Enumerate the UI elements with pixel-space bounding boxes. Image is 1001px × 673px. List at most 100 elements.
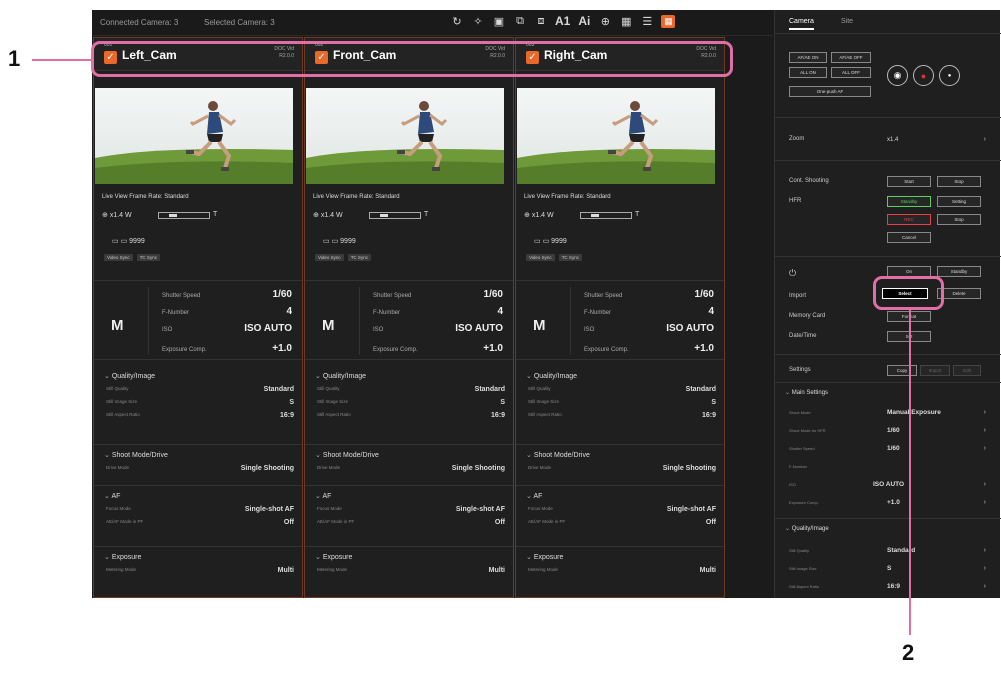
setting-value[interactable]: Off [706,519,716,526]
section-header[interactable]: Exposure [94,553,302,561]
fnumber-value[interactable]: 4 [497,306,503,317]
main-settings-header[interactable]: Main Settings [785,389,828,396]
setting-value[interactable]: 1/60 [887,427,900,434]
setting-value[interactable]: S [711,399,716,406]
setting-value[interactable]: Standard [475,386,505,393]
tab-site[interactable]: Site [841,18,853,25]
exposure-comp-value[interactable]: +1.0 [272,343,292,354]
setting-value[interactable]: 1/60 [887,445,900,452]
cont-start-button[interactable]: Start [887,176,931,187]
setting-value[interactable]: ISO AUTO [873,481,904,488]
setting-value[interactable]: Standard [264,386,294,393]
setting-value[interactable]: Multi [700,567,716,574]
quality-header[interactable]: Quality/Image [785,525,829,532]
exposure-comp-value[interactable]: +1.0 [694,343,714,354]
section-header[interactable]: Exposure [516,553,724,561]
iso-value[interactable]: ISO AUTO [244,323,292,334]
setting-value[interactable]: Single Shooting [452,465,505,472]
zoom-icon[interactable]: ⊕ [598,15,612,28]
power-standby-button[interactable]: Standby [937,266,981,277]
setting-value[interactable]: 16:9 [491,412,505,419]
list-icon[interactable]: ☰ [640,15,654,28]
setting-value[interactable]: Single-shot AF [245,506,294,513]
section-header[interactable]: Exposure [305,553,513,561]
setting-value[interactable]: Multi [489,567,505,574]
section-header[interactable]: Shoot Mode/Drive [305,451,513,459]
highlight-icon[interactable]: ▦ [661,14,676,28]
section-header[interactable]: AF [94,492,302,500]
iso-value[interactable]: ISO AUTO [455,323,503,334]
grid-icon[interactable]: ▦ [619,15,633,28]
setting-value[interactable]: 16:9 [887,583,900,590]
refresh-icon[interactable]: ↻ [450,15,464,28]
setting-value[interactable]: 16:9 [702,412,716,419]
setting-value[interactable]: 16:9 [280,412,294,419]
copy-icon[interactable]: ⧉ [513,15,527,28]
setting-value[interactable]: S [500,399,505,406]
one-push-af-button[interactable]: One-push AF [789,86,871,97]
setting-value[interactable]: Off [495,519,505,526]
shutter-value[interactable]: 1/60 [484,289,503,300]
chevron-right-icon[interactable]: › [984,583,986,590]
live-view-image[interactable] [306,88,504,184]
fnumber-value[interactable]: 4 [708,306,714,317]
section-header[interactable]: AF [516,492,724,500]
liveview-icon[interactable]: ▣ [492,15,506,28]
section-header[interactable]: Shoot Mode/Drive [94,451,302,459]
layout-icon[interactable]: ⧈ [534,15,548,28]
af-icon[interactable]: A1 [555,14,570,28]
setting-value[interactable]: +1.0 [887,499,900,506]
setting-value[interactable]: Standard [686,386,716,393]
fnumber-value[interactable]: 4 [286,306,292,317]
settings-import-button[interactable]: Import [920,365,950,376]
setting-value[interactable]: S [887,565,891,572]
all-off-button[interactable]: ALL OFF [831,67,871,78]
dot-button[interactable]: ● [939,65,960,86]
afae-off-button[interactable]: AF/AE OFF [831,52,871,63]
section-header[interactable]: Quality/Image [516,372,724,380]
chevron-right-icon[interactable]: › [984,481,986,488]
cont-stop-button[interactable]: Stop [937,176,981,187]
chevron-right-icon[interactable]: › [984,499,986,506]
capture-button[interactable]: ◉ [887,65,908,86]
setting-value[interactable]: S [289,399,294,406]
tab-camera[interactable]: Camera [789,18,814,30]
section-header[interactable]: Shoot Mode/Drive [516,451,724,459]
exposure-comp-value[interactable]: +1.0 [483,343,503,354]
settings-edit-button[interactable]: Edit [953,365,981,376]
section-header[interactable]: Quality/Image [305,372,513,380]
afae-on-button[interactable]: AF/AE ON [789,52,827,63]
record-button[interactable]: ● [913,65,934,86]
focus-icon[interactable]: ✧ [471,15,485,28]
hfr-standby-button[interactable]: Standby [887,196,931,207]
live-view-image[interactable] [517,88,715,184]
all-on-button[interactable]: ALL ON [789,67,827,78]
chevron-right-icon[interactable]: › [984,565,986,572]
setting-value[interactable]: Manual Exposure [887,409,941,416]
settings-copy-button[interactable]: Copy [887,365,917,376]
chevron-right-icon[interactable]: › [984,136,986,143]
chevron-right-icon[interactable]: › [984,427,986,434]
zoom-icon: ⊕ [102,212,108,219]
hfr-rec-button[interactable]: REC [887,214,931,225]
setting-value[interactable]: Single-shot AF [667,506,716,513]
shutter-value[interactable]: 1/60 [695,289,714,300]
hfr-stop-button[interactable]: Stop [937,214,981,225]
setting-value[interactable]: Single Shooting [663,465,716,472]
setting-value[interactable]: Multi [278,567,294,574]
ai-icon[interactable]: Ai [577,14,591,28]
shutter-value[interactable]: 1/60 [273,289,292,300]
setting-value[interactable]: Off [284,519,294,526]
live-view-image[interactable] [95,88,293,184]
setting-value[interactable]: Single-shot AF [456,506,505,513]
chevron-right-icon[interactable]: › [984,547,986,554]
section-header[interactable]: Quality/Image [94,372,302,380]
iso-value[interactable]: ISO AUTO [666,323,714,334]
section-header[interactable]: AF [305,492,513,500]
setting-key: Drive Mode [317,465,341,470]
hfr-cancel-button[interactable]: Cancel [887,232,931,243]
hfr-setting-button[interactable]: Setting [937,196,981,207]
chevron-right-icon[interactable]: › [984,409,986,416]
setting-value[interactable]: Single Shooting [241,465,294,472]
chevron-right-icon[interactable]: › [984,445,986,452]
